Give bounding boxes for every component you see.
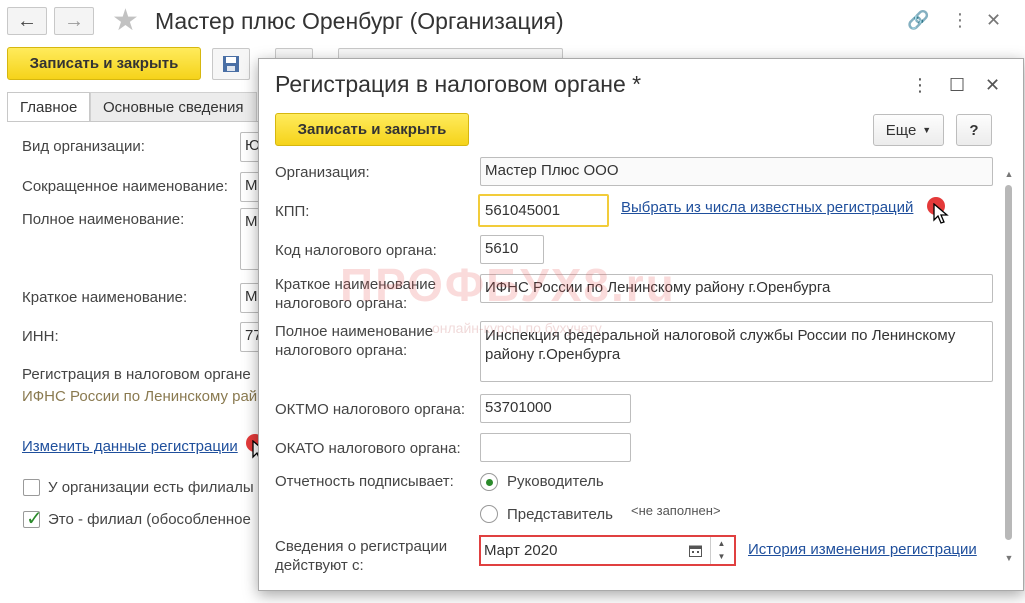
- tab-basic-info[interactable]: Основные сведения: [90, 92, 257, 122]
- checkmark-icon: ✓: [26, 508, 43, 530]
- registration-history-link[interactable]: История изменения регистрации: [748, 541, 977, 558]
- change-registration-link[interactable]: Изменить данные регистрации: [22, 438, 238, 455]
- close-icon[interactable]: ✕: [985, 73, 1000, 97]
- arrow-right-icon: →: [64, 9, 84, 32]
- more-vert-icon[interactable]: ⋮: [911, 73, 929, 97]
- inn-label: ИНН:: [22, 328, 59, 345]
- maximize-icon[interactable]: ☐: [949, 73, 965, 97]
- kpp-field[interactable]: 561045001: [478, 194, 609, 227]
- is-branch-checkbox[interactable]: ✓: [23, 508, 43, 530]
- org-type-label: Вид организации:: [22, 138, 145, 155]
- registration-date-field[interactable]: Март 2020 ▲ ▼: [479, 535, 736, 566]
- back-button[interactable]: ←: [7, 7, 47, 35]
- cursor-pointer-icon: [927, 197, 949, 225]
- signer-option-director: Руководитель: [507, 473, 604, 490]
- full-name-label: Полное наименование:: [22, 211, 185, 228]
- tax-registration-dialog: Регистрация в налоговом органе * ⋮ ☐ ✕ З…: [258, 58, 1024, 591]
- watermark-logo: ПРОФБУХ8.ru: [340, 259, 676, 311]
- forward-button[interactable]: →: [54, 7, 94, 35]
- more-vert-icon[interactable]: ⋮: [951, 8, 969, 32]
- dialog-title: Регистрация в налоговом органе *: [275, 71, 642, 97]
- not-filled-hint: <не заполнен>: [631, 503, 721, 518]
- signer-radio-director[interactable]: [480, 473, 498, 491]
- chevron-down-icon: ▼: [922, 125, 932, 135]
- short-name-label: Сокращенное наименование:: [22, 178, 228, 195]
- signer-label: Отчетность подписывает:: [275, 473, 454, 490]
- floppy-icon: [223, 56, 239, 72]
- spinner-up-icon[interactable]: ▲: [711, 537, 732, 550]
- dialog-scrollbar[interactable]: ▲ ▼: [1001, 169, 1017, 589]
- calendar-icon[interactable]: [683, 539, 707, 562]
- kpp-label: КПП:: [275, 203, 310, 220]
- dialog-save-close-button[interactable]: Записать и закрыть: [275, 113, 469, 146]
- watermark-subtitle: онлайн-курсы по бухучету: [432, 320, 602, 336]
- choose-registration-link[interactable]: Выбрать из числа известных регистраций: [621, 199, 913, 216]
- has-branches-label: У организации есть филиалы: [48, 479, 254, 496]
- oktmo-label: ОКТМО налогового органа:: [275, 401, 466, 418]
- more-button[interactable]: Еще ▼: [873, 114, 944, 146]
- tax-registration-value: ИФНС России по Ленинскому рай: [22, 388, 258, 405]
- organization-label: Организация:: [275, 164, 370, 181]
- okato-label: ОКАТО налогового органа:: [275, 440, 461, 457]
- window-title: Мастер плюс Оренбург (Организация): [155, 8, 564, 34]
- date-spinner[interactable]: ▲ ▼: [710, 537, 732, 564]
- signer-radio-representative[interactable]: [480, 505, 498, 523]
- organization-field[interactable]: Мастер Плюс ООО: [480, 157, 993, 186]
- scroll-up-icon[interactable]: ▲: [1003, 169, 1015, 179]
- okato-field[interactable]: [480, 433, 631, 462]
- registration-date-label: Сведения о регистрации действуют с:: [275, 538, 448, 574]
- tab-divider: [7, 121, 267, 122]
- link-icon[interactable]: 🔗: [907, 8, 929, 32]
- signer-option-representative: Представитель: [507, 506, 613, 523]
- has-branches-checkbox[interactable]: [23, 479, 40, 496]
- scroll-thumb[interactable]: [1005, 185, 1012, 540]
- star-icon[interactable]: ★: [112, 4, 139, 38]
- close-icon[interactable]: ✕: [986, 8, 1001, 32]
- scroll-down-icon[interactable]: ▼: [1003, 553, 1015, 563]
- spinner-down-icon[interactable]: ▼: [711, 550, 732, 563]
- tax-registration-label: Регистрация в налоговом органе: [22, 366, 251, 383]
- help-button[interactable]: ?: [956, 114, 992, 146]
- brief-name-label: Краткое наименование:: [22, 289, 188, 306]
- tab-main[interactable]: Главное: [7, 92, 91, 122]
- save-close-button[interactable]: Записать и закрыть: [7, 47, 201, 80]
- arrow-left-icon: ←: [17, 9, 37, 32]
- more-button-label: Еще: [885, 121, 917, 139]
- is-branch-label: Это - филиал (обособленное: [48, 511, 251, 528]
- save-button[interactable]: [212, 48, 250, 80]
- oktmo-field[interactable]: 53701000: [480, 394, 631, 423]
- registration-date-value: Март 2020: [484, 542, 558, 559]
